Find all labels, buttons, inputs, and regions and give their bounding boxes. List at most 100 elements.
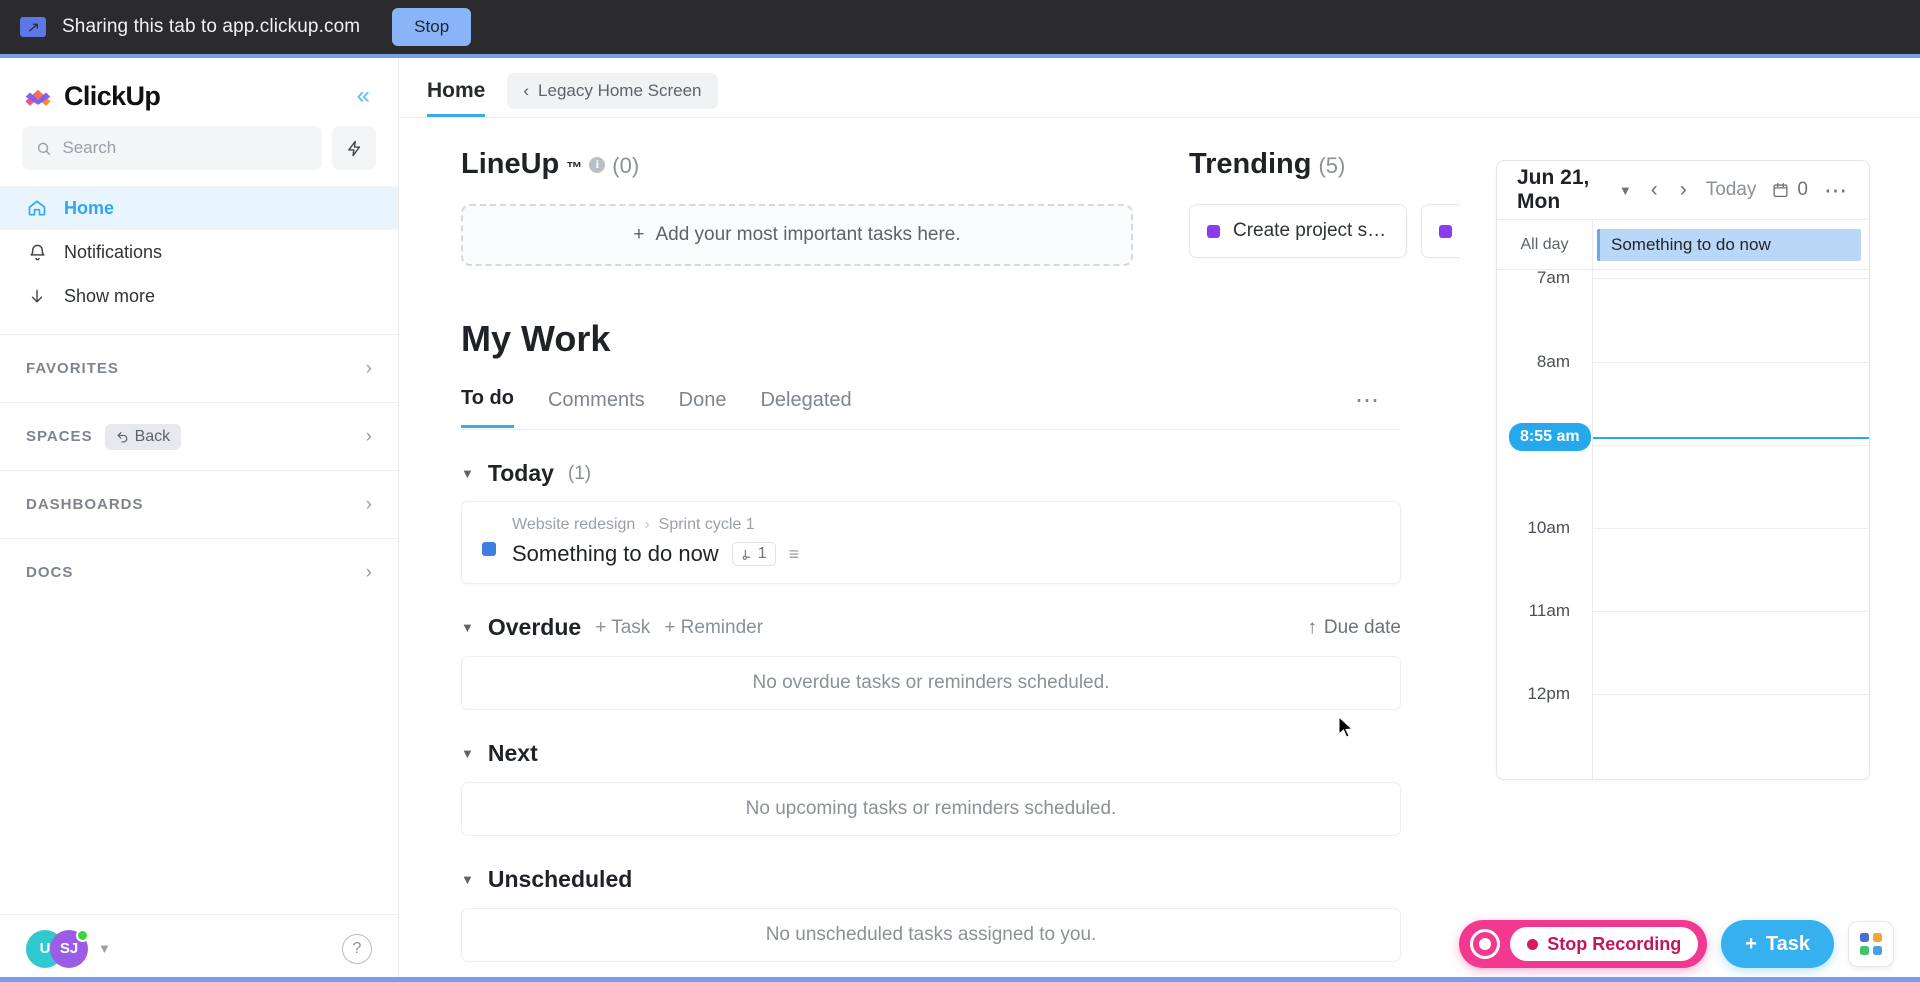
sort-label: Due date bbox=[1323, 616, 1401, 638]
breadcrumb: Website redesign › Sprint cycle 1 bbox=[512, 516, 1380, 534]
tab-comments[interactable]: Comments bbox=[548, 389, 645, 427]
help-button[interactable]: ? bbox=[342, 933, 372, 964]
collapse-caret-icon[interactable]: ▼ bbox=[461, 746, 474, 761]
stop-recording-label: Stop Recording bbox=[1547, 933, 1682, 954]
sort-due-date-button[interactable]: ↑ Due date bbox=[1307, 617, 1401, 639]
screen-share-bar: Sharing this tab to app.clickup.com Stop bbox=[0, 0, 1920, 54]
subtask-badge[interactable]: 1 bbox=[731, 542, 776, 566]
arrow-down-icon bbox=[26, 287, 48, 306]
tab-todo[interactable]: To do bbox=[461, 387, 514, 428]
calendar-count[interactable]: 0 bbox=[1772, 179, 1808, 201]
calendar-slots[interactable] bbox=[1593, 270, 1869, 779]
lineup-empty-state[interactable]: + Add your most important tasks here. bbox=[461, 204, 1133, 266]
apps-grid-button[interactable] bbox=[1848, 921, 1894, 967]
sidebar-footer: U SJ ▼ ? bbox=[0, 914, 398, 982]
calendar-more-icon[interactable]: ⋯ bbox=[1824, 177, 1849, 204]
hour-gridline bbox=[1593, 694, 1869, 695]
group-title: Today bbox=[487, 460, 554, 486]
calendar-next-button[interactable]: › bbox=[1677, 178, 1690, 202]
mywork-more-icon[interactable]: ⋯ bbox=[1355, 386, 1381, 429]
hour-label: 11am bbox=[1528, 601, 1570, 620]
sidebar-item-show-more[interactable]: Show more bbox=[0, 274, 398, 318]
lightning-bolt-icon bbox=[347, 140, 360, 156]
sidebar: ClickUp « Search Home Notifications Show… bbox=[0, 58, 399, 982]
group-today: ▼ Today (1) Website redesign › Sprint cy… bbox=[461, 460, 1401, 584]
tab-delegated[interactable]: Delegated bbox=[760, 389, 851, 427]
trending-header: Trending (5) bbox=[1189, 148, 1424, 181]
task-name[interactable]: Something to do now bbox=[512, 541, 719, 567]
legacy-home-screen-button[interactable]: ‹ Legacy Home Screen bbox=[507, 73, 718, 109]
add-task-button[interactable]: + Task bbox=[595, 617, 650, 639]
sidebar-item-home[interactable]: Home bbox=[0, 186, 398, 230]
trademark-symbol: ™ bbox=[566, 160, 583, 177]
quick-action-button[interactable] bbox=[332, 126, 376, 170]
stop-recording-button[interactable]: Stop Recording bbox=[1459, 920, 1708, 968]
next-empty-state: No upcoming tasks or reminders scheduled… bbox=[461, 782, 1401, 836]
stop-sharing-button[interactable]: Stop bbox=[392, 8, 472, 46]
lineup-title: LineUp bbox=[461, 148, 560, 180]
clickup-logo[interactable]: ClickUp bbox=[22, 80, 161, 112]
spaces-back-button[interactable]: Back bbox=[104, 423, 182, 450]
sidebar-section-docs[interactable]: DOCS › bbox=[0, 538, 398, 606]
new-task-button[interactable]: + Task bbox=[1721, 920, 1834, 968]
calendar-allday-row: All day Something to do now bbox=[1497, 219, 1869, 269]
chevron-down-icon[interactable]: ▼ bbox=[98, 941, 111, 956]
subtask-count: 1 bbox=[757, 545, 767, 562]
chevron-right-icon[interactable]: › bbox=[366, 562, 372, 584]
hour-label: 7am bbox=[1536, 269, 1570, 287]
share-message: Sharing this tab to app.clickup.com bbox=[62, 16, 361, 37]
search-input[interactable] bbox=[62, 138, 308, 158]
breadcrumb-list[interactable]: Sprint cycle 1 bbox=[659, 516, 755, 534]
sidebar-item-label: Home bbox=[64, 197, 115, 218]
calendar-time-grid[interactable]: 7am 8am 10am 11am 12pm 8:55 am bbox=[1497, 269, 1869, 779]
chevron-right-icon[interactable]: › bbox=[366, 426, 372, 448]
task-row[interactable]: Website redesign › Sprint cycle 1 Someth… bbox=[461, 501, 1401, 584]
collapse-caret-icon[interactable]: ▼ bbox=[461, 466, 474, 481]
search-icon bbox=[37, 142, 51, 155]
calendar-event[interactable]: Something to do now bbox=[1597, 228, 1861, 261]
group-next: ▼ Next No upcoming tasks or reminders sc… bbox=[461, 740, 1401, 836]
search-box[interactable] bbox=[22, 126, 322, 170]
hour-gridline bbox=[1593, 528, 1869, 529]
chevron-right-icon[interactable]: › bbox=[366, 358, 372, 380]
home-icon bbox=[26, 198, 48, 218]
tab-home[interactable]: Home bbox=[427, 79, 486, 117]
hour-gridline bbox=[1593, 611, 1869, 612]
calendar-header: Jun 21, Mon ▼ ‹ › Today 0 ⋯ bbox=[1497, 161, 1869, 219]
calendar-time-gutter: 7am 8am 10am 11am 12pm 8:55 am bbox=[1497, 270, 1593, 779]
new-task-label: Task bbox=[1765, 932, 1810, 955]
add-reminder-button[interactable]: + Reminder bbox=[664, 617, 763, 639]
trending-card-label: Create project s… bbox=[1233, 220, 1387, 241]
sidebar-section-dashboards[interactable]: DASHBOARDS › bbox=[0, 470, 398, 538]
sidebar-item-label: Notifications bbox=[64, 241, 163, 262]
calendar-count-value: 0 bbox=[1797, 179, 1808, 200]
screen-share-icon bbox=[20, 17, 46, 37]
calendar-today-button[interactable]: Today bbox=[1706, 179, 1757, 201]
mywork-tabs: To do Comments Done Delegated ⋯ bbox=[461, 386, 1401, 430]
sidebar-item-notifications[interactable]: Notifications bbox=[0, 230, 398, 274]
sidebar-section-spaces[interactable]: SPACES Back › bbox=[0, 402, 398, 470]
calendar-icon bbox=[1773, 182, 1788, 198]
collapse-caret-icon[interactable]: ▼ bbox=[461, 620, 474, 635]
calendar-date-selector[interactable]: Jun 21, Mon ▼ bbox=[1517, 166, 1632, 214]
chevron-right-icon[interactable]: › bbox=[366, 494, 372, 516]
sidebar-item-label: Show more bbox=[64, 285, 156, 306]
trending-card[interactable]: Find a logo bbox=[1421, 204, 1460, 258]
avatar-group[interactable]: U SJ ▼ bbox=[26, 928, 111, 968]
sidebar-section-favorites[interactable]: FAVORITES › bbox=[0, 334, 398, 402]
task-status-square[interactable] bbox=[482, 542, 496, 556]
sidebar-collapse-icon[interactable]: « bbox=[351, 80, 376, 112]
list-menu-icon[interactable]: ≡ bbox=[789, 544, 800, 565]
apps-grid-icon bbox=[1860, 933, 1882, 955]
plus-icon: + bbox=[633, 224, 645, 245]
allday-label: All day bbox=[1497, 220, 1593, 269]
calendar-prev-button[interactable]: ‹ bbox=[1648, 178, 1661, 202]
collapse-caret-icon[interactable]: ▼ bbox=[461, 872, 474, 887]
group-title: Overdue bbox=[487, 614, 582, 640]
status-square bbox=[1207, 224, 1220, 238]
breadcrumb-space[interactable]: Website redesign bbox=[512, 516, 635, 534]
chevron-down-icon: ▼ bbox=[1618, 182, 1632, 198]
trending-card[interactable]: Create project s… bbox=[1189, 204, 1407, 258]
info-icon[interactable]: i bbox=[589, 156, 606, 173]
tab-done[interactable]: Done bbox=[679, 389, 727, 427]
